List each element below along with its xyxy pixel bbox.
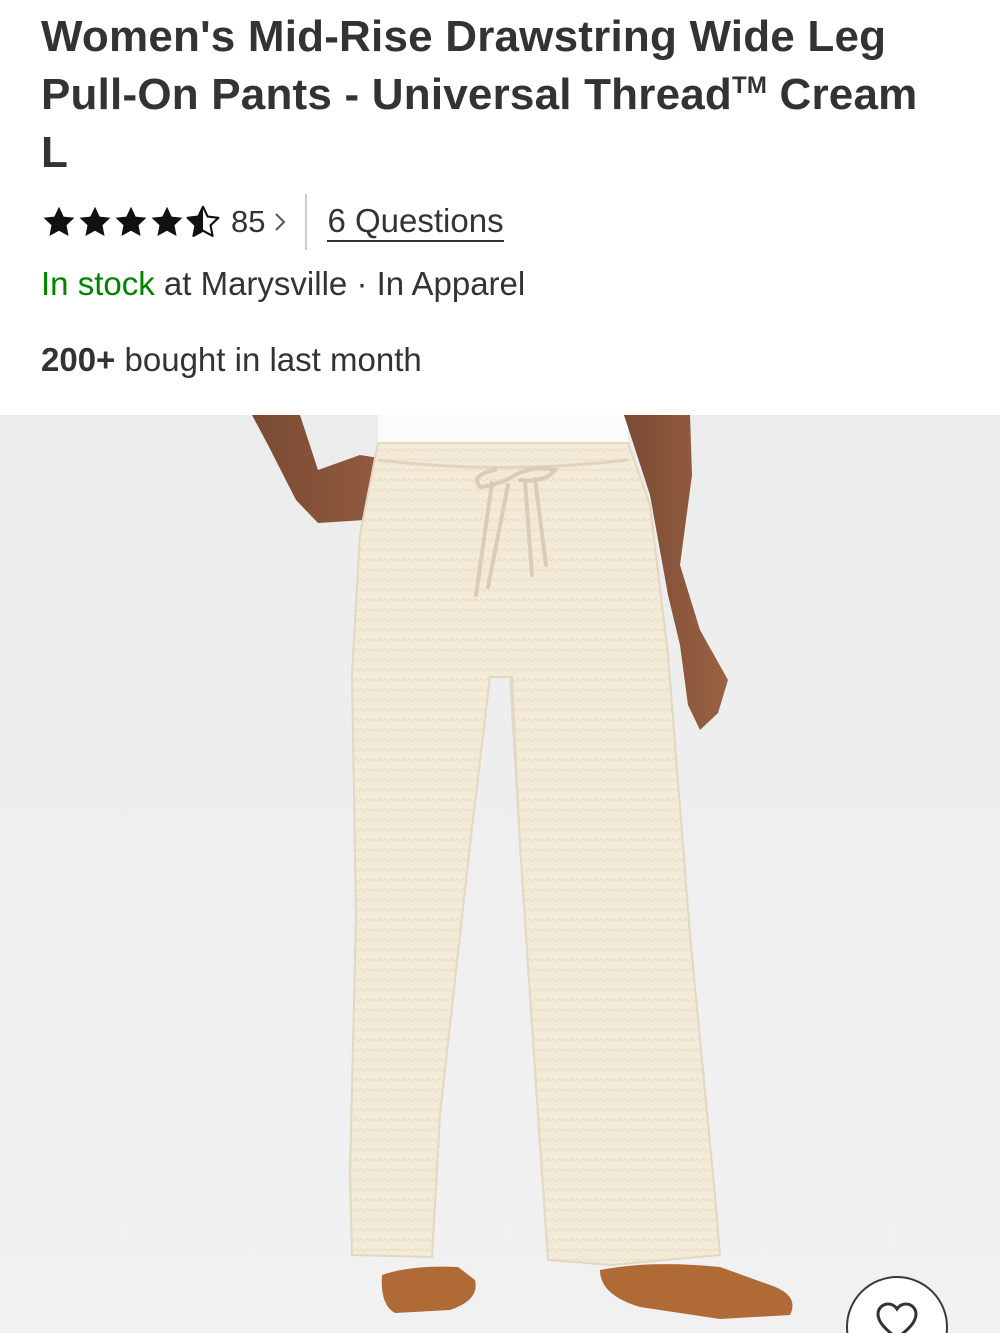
store-location[interactable]: at Marysville	[164, 265, 347, 302]
product-image[interactable]	[0, 415, 1000, 1333]
left-shoe	[381, 1266, 476, 1313]
stock-status: In stock	[41, 265, 155, 302]
star-full-icon	[151, 206, 183, 236]
product-header: Women's Mid-Rise Drawstring Wide Leg Pul…	[0, 0, 1000, 415]
star-half-icon	[186, 205, 220, 237]
trademark-symbol: TM	[732, 72, 768, 99]
bought-count: 200+	[41, 341, 116, 378]
product-title-main: Women's Mid-Rise Drawstring Wide Leg Pul…	[41, 12, 887, 119]
chevron-right-icon	[275, 213, 286, 231]
right-shoe	[600, 1264, 793, 1319]
questions-link[interactable]: 6 Questions	[327, 202, 504, 242]
rating-row: 85 6 Questions	[41, 194, 504, 250]
star-full-icon	[79, 206, 111, 236]
star-rating[interactable]	[41, 204, 221, 240]
review-count: 85	[231, 204, 266, 239]
product-title: Women's Mid-Rise Drawstring Wide Leg Pul…	[41, 8, 941, 182]
star-full-icon	[115, 206, 147, 236]
separator-dot: ·	[356, 265, 368, 302]
availability: In stock at Marysville · In Apparel	[41, 264, 525, 304]
star-full-icon	[43, 206, 75, 236]
reviews-link[interactable]: 85	[231, 204, 287, 240]
rating-divider	[305, 194, 308, 250]
aisle-location: In Apparel	[376, 265, 526, 302]
bought-text: bought in last month	[124, 341, 422, 378]
heart-icon	[876, 1302, 918, 1333]
social-proof: 200+ bought in last month	[41, 340, 422, 380]
product-illustration	[252, 415, 793, 1319]
